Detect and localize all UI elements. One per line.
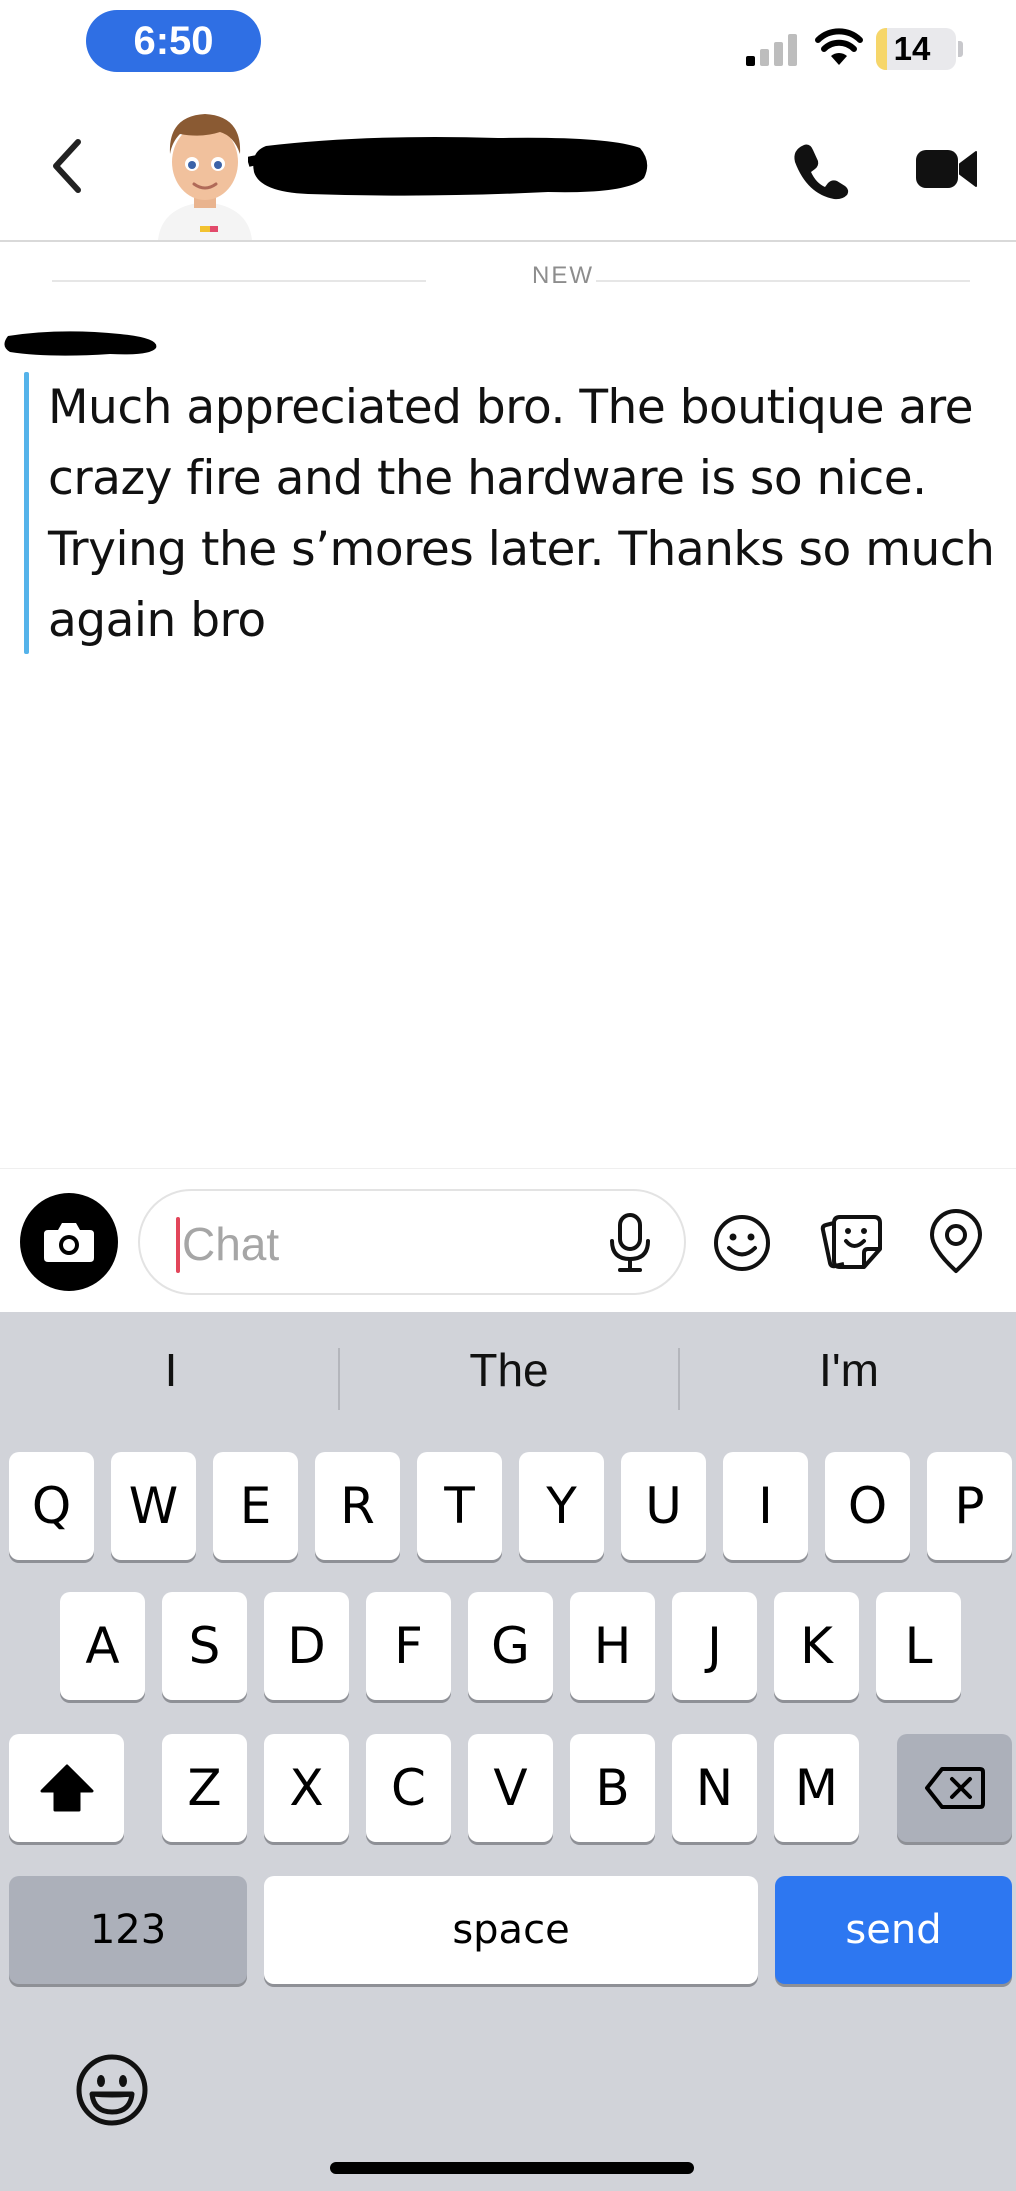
shift-key[interactable] — [9, 1734, 124, 1842]
key-p[interactable]: P — [927, 1452, 1012, 1560]
key-k[interactable]: K — [774, 1592, 859, 1700]
key-l[interactable]: L — [876, 1592, 961, 1700]
key-j[interactable]: J — [672, 1592, 757, 1700]
keyboard: I The I'm Q W E R T Y U I O P A S D F G … — [0, 1312, 1016, 2191]
sticker-icon[interactable] — [820, 1211, 884, 1273]
key-f[interactable]: F — [366, 1592, 451, 1700]
key-y[interactable]: Y — [519, 1452, 604, 1560]
suggestion-2[interactable]: The — [340, 1334, 678, 1406]
new-label: NEW — [532, 262, 594, 289]
text-caret — [176, 1217, 180, 1273]
chat-header — [0, 92, 1016, 242]
video-camera-icon[interactable] — [916, 144, 978, 194]
key-z[interactable]: Z — [162, 1734, 247, 1842]
suggestion-3[interactable]: I'm — [680, 1334, 1016, 1406]
status-bar: 6:50 14 — [0, 0, 1016, 92]
microphone-icon[interactable] — [608, 1213, 652, 1273]
message-text[interactable]: Much appreciated bro. The boutique are c… — [48, 372, 1008, 656]
key-n[interactable]: N — [672, 1734, 757, 1842]
message-accent-bar — [24, 372, 29, 654]
redacted-sender-name — [4, 331, 157, 356]
chat-placeholder: Chat — [182, 1218, 280, 1270]
send-key[interactable]: send — [775, 1876, 1012, 1984]
wifi-icon — [815, 28, 863, 65]
camera-button[interactable] — [20, 1193, 118, 1291]
status-time: 6:50 — [86, 10, 261, 72]
key-g[interactable]: G — [468, 1592, 553, 1700]
cellular-signal-icon — [746, 34, 797, 66]
composer-row: Chat — [0, 1168, 1016, 1312]
key-d[interactable]: D — [264, 1592, 349, 1700]
numbers-key[interactable]: 123 — [9, 1876, 247, 1984]
chevron-left-icon[interactable] — [48, 136, 88, 196]
suggestion-1[interactable]: I — [2, 1334, 340, 1406]
key-v[interactable]: V — [468, 1734, 553, 1842]
location-pin-icon[interactable] — [928, 1209, 984, 1275]
smiley-icon[interactable] — [712, 1213, 772, 1273]
emoji-keyboard-icon[interactable] — [74, 2052, 150, 2128]
key-a[interactable]: A — [60, 1592, 145, 1700]
battery-nub — [958, 41, 963, 57]
key-q[interactable]: Q — [9, 1452, 94, 1560]
home-indicator[interactable] — [330, 2162, 694, 2174]
key-i[interactable]: I — [723, 1452, 808, 1560]
key-w[interactable]: W — [111, 1452, 196, 1560]
camera-icon — [44, 1223, 94, 1262]
key-b[interactable]: B — [570, 1734, 655, 1842]
divider-line-right — [596, 280, 970, 282]
key-u[interactable]: U — [621, 1452, 706, 1560]
key-m[interactable]: M — [774, 1734, 859, 1842]
avatar[interactable] — [150, 102, 260, 240]
chat-input[interactable]: Chat — [138, 1189, 686, 1295]
key-t[interactable]: T — [417, 1452, 502, 1560]
key-x[interactable]: X — [264, 1734, 349, 1842]
delete-key[interactable] — [897, 1734, 1012, 1842]
key-e[interactable]: E — [213, 1452, 298, 1560]
key-h[interactable]: H — [570, 1592, 655, 1700]
key-o[interactable]: O — [825, 1452, 910, 1560]
suggestion-bar: I The I'm — [0, 1312, 1016, 1430]
phone-icon[interactable] — [792, 142, 850, 200]
battery-percent: 14 — [893, 30, 931, 67]
battery-indicator: 14 — [876, 28, 956, 70]
key-r[interactable]: R — [315, 1452, 400, 1560]
redacted-contact-name[interactable] — [248, 132, 653, 200]
space-key[interactable]: space — [264, 1876, 758, 1984]
new-messages-divider: NEW — [52, 262, 970, 298]
shift-arrow-icon — [40, 1764, 93, 1812]
key-c[interactable]: C — [366, 1734, 451, 1842]
divider-line-left — [52, 280, 426, 282]
key-s[interactable]: S — [162, 1592, 247, 1700]
backspace-icon — [924, 1767, 985, 1809]
